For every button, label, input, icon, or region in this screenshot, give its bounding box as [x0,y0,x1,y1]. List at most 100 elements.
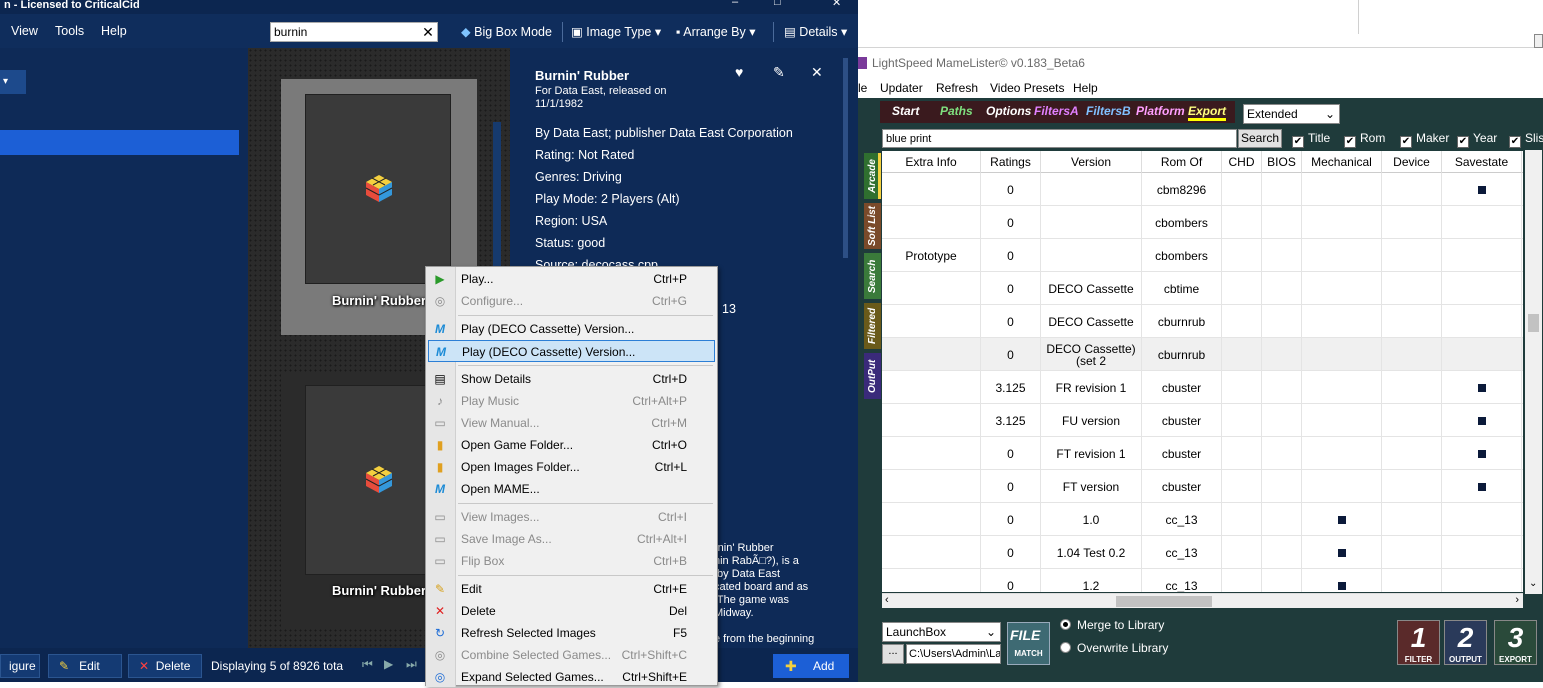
overwrite-radio[interactable]: Overwrite Library [1060,641,1168,655]
tab-platform[interactable]: Platform [1136,104,1185,118]
minimize-icon[interactable]: – [732,0,738,8]
arrange-by-button[interactable]: ▪ Arrange By ▾ [676,24,756,39]
table-row[interactable]: 0 cbombers [882,206,1523,239]
browse-button[interactable]: ... [882,644,904,664]
side-tab-search[interactable]: Search [864,253,881,299]
chevron-left-icon[interactable]: ‹ [885,594,889,606]
export-button[interactable]: 3 EXPORT [1494,620,1537,665]
menu-item[interactable]: ◎ Expand Selected Games... Ctrl+Shift+E [428,666,715,688]
menu-item[interactable]: ▭ Save Image As... Ctrl+Alt+I [428,528,715,550]
menu-item[interactable]: ▶ Play... Ctrl+P [428,268,715,290]
side-tab-arcade[interactable]: Arcade [864,153,881,199]
edit-button[interactable]: ✎ Edit [48,654,122,678]
delete-button[interactable]: ✕ Delete [128,654,202,678]
side-tab-soft-list[interactable]: Soft List [864,203,881,249]
configure-button[interactable]: igure [0,654,40,678]
table-row[interactable]: 3.125 FU version cbuster [882,404,1523,437]
menu-item[interactable]: ▭ View Images... Ctrl+I [428,506,715,528]
menu-help[interactable]: Help [1073,81,1098,95]
table-row[interactable]: 0 FT revision 1 cbuster [882,437,1523,470]
first-page-icon[interactable]: ⏮ [362,657,373,672]
file-match-button[interactable]: FILE MATCH [1007,622,1050,665]
menu-item[interactable]: M Play (DECO Cassette) Version... [428,318,715,340]
search-input[interactable] [270,22,438,42]
scroll-thumb[interactable] [1116,596,1212,607]
tab-start[interactable]: Start [892,104,919,118]
search-input[interactable] [882,129,1237,148]
launcher-dropdown[interactable]: LaunchBox ⌄ [882,622,1001,642]
menu-video-presets[interactable]: Video Presets [990,81,1065,95]
filter-button[interactable]: 1 FILTER [1397,620,1440,665]
preset-dropdown[interactable]: Extended ⌄ [1243,104,1340,124]
menu-view[interactable]: View [11,24,38,38]
checkbox-maker[interactable]: ✔ Maker [1400,131,1449,148]
table-row[interactable]: 0 1.0 cc_13 [882,503,1523,536]
menu-help[interactable]: Help [101,24,127,38]
table-row[interactable]: 0 DECO Cassette) (set 2 cburnrub [882,338,1523,371]
menu-item[interactable]: M Play (DECO Cassette) Version... [428,340,715,362]
tab-export[interactable]: Export [1188,104,1227,121]
checkbox-title[interactable]: ✔ Title [1292,131,1330,148]
column-header[interactable]: Ratings [981,151,1041,173]
menu-item[interactable]: ▮ Open Images Folder... Ctrl+L [428,456,715,478]
checkbox-rom[interactable]: ✔ Rom [1344,131,1385,148]
menu-item[interactable]: ◎ Configure... Ctrl+G [428,290,715,312]
table-row[interactable]: 0 DECO Cassette cbtime [882,272,1523,305]
menu-item[interactable]: ▭ View Manual... Ctrl+M [428,412,715,434]
menu-item[interactable]: ◎ Combine Selected Games... Ctrl+Shift+C [428,644,715,666]
search-button[interactable]: Search [1238,129,1282,148]
maximize-icon[interactable]: □ [774,0,781,8]
tab-filtersb[interactable]: FiltersB [1086,104,1131,118]
column-header[interactable]: Mechanical [1302,151,1382,173]
column-header[interactable]: Savestate [1442,151,1522,173]
table-row[interactable]: 0 cbm8296 [882,173,1523,206]
side-tab-output[interactable]: OutPut [864,353,881,399]
pencil-icon[interactable]: ✎ [773,64,785,81]
horizontal-scrollbar[interactable]: ‹ › [882,593,1523,608]
column-header[interactable]: Extra Info [882,151,981,173]
menu-file[interactable]: le [858,81,867,95]
clear-search-icon[interactable]: ✕ [420,22,436,42]
details-scrollbar[interactable] [843,58,848,258]
table-row[interactable]: 0 FT version cbuster [882,470,1523,503]
bigbox-mode-button[interactable]: ◆ Big Box Mode [461,24,552,39]
side-tab-filtered[interactable]: Filtered [864,303,881,349]
table-row[interactable]: 3.125 FR revision 1 cbuster [882,371,1523,404]
menu-item[interactable]: ▭ Flip Box Ctrl+B [428,550,715,572]
menu-item[interactable]: ▤ Show Details Ctrl+D [428,368,715,390]
chevron-right-icon[interactable]: › [1515,594,1519,606]
menu-item[interactable]: ▮ Open Game Folder... Ctrl+O [428,434,715,456]
chevron-down-icon[interactable]: ⌄ [1529,578,1537,589]
menu-item[interactable]: ✎ Edit Ctrl+E [428,578,715,600]
path-field[interactable]: C:\Users\Admin\La [906,644,1001,664]
checkbox-slist[interactable]: ✔Slist [1509,131,1543,148]
table-row[interactable]: Prototype 0 cbombers [882,239,1523,272]
menu-item[interactable]: ♪ Play Music Ctrl+Alt+P [428,390,715,412]
scroll-thumb[interactable] [1528,314,1539,332]
tab-paths[interactable]: Paths [940,104,973,118]
menu-item[interactable]: M Open MAME... [428,478,715,500]
details-button[interactable]: ▤ Details ▾ [784,24,847,39]
checkbox-year[interactable]: ✔ Year [1457,131,1497,148]
column-header[interactable]: Device [1382,151,1442,173]
table-row[interactable]: 0 1.04 Test 0.2 cc_13 [882,536,1523,569]
close-icon[interactable]: ✕ [832,0,841,9]
image-type-button[interactable]: ▣ Image Type ▾ [571,24,661,39]
menu-item[interactable]: ✕ Delete Del [428,600,715,622]
merge-radio[interactable]: Merge to Library [1060,618,1164,632]
scroll-arrow[interactable] [1534,34,1543,48]
table-row[interactable]: 0 1.2 cc_13 [882,569,1523,592]
menu-tools[interactable]: Tools [55,24,84,38]
vertical-scrollbar[interactable]: ⌄ [1525,150,1542,594]
close-icon[interactable]: ✕ [811,64,823,81]
sidebar-dropdown[interactable]: ▾ [0,70,26,94]
sidebar-item-selected[interactable] [0,130,239,155]
menu-item[interactable]: ↻ Refresh Selected Images F5 [428,622,715,644]
add-button[interactable]: ✚ Add [773,654,849,678]
column-header[interactable]: CHD [1222,151,1262,173]
next-icon[interactable]: ▶ [384,657,393,671]
heart-icon[interactable]: ♥ [735,64,743,80]
column-header[interactable]: BIOS [1262,151,1302,173]
tab-options[interactable]: Options [986,104,1031,118]
table-row[interactable]: 0 DECO Cassette cburnrub [882,305,1523,338]
